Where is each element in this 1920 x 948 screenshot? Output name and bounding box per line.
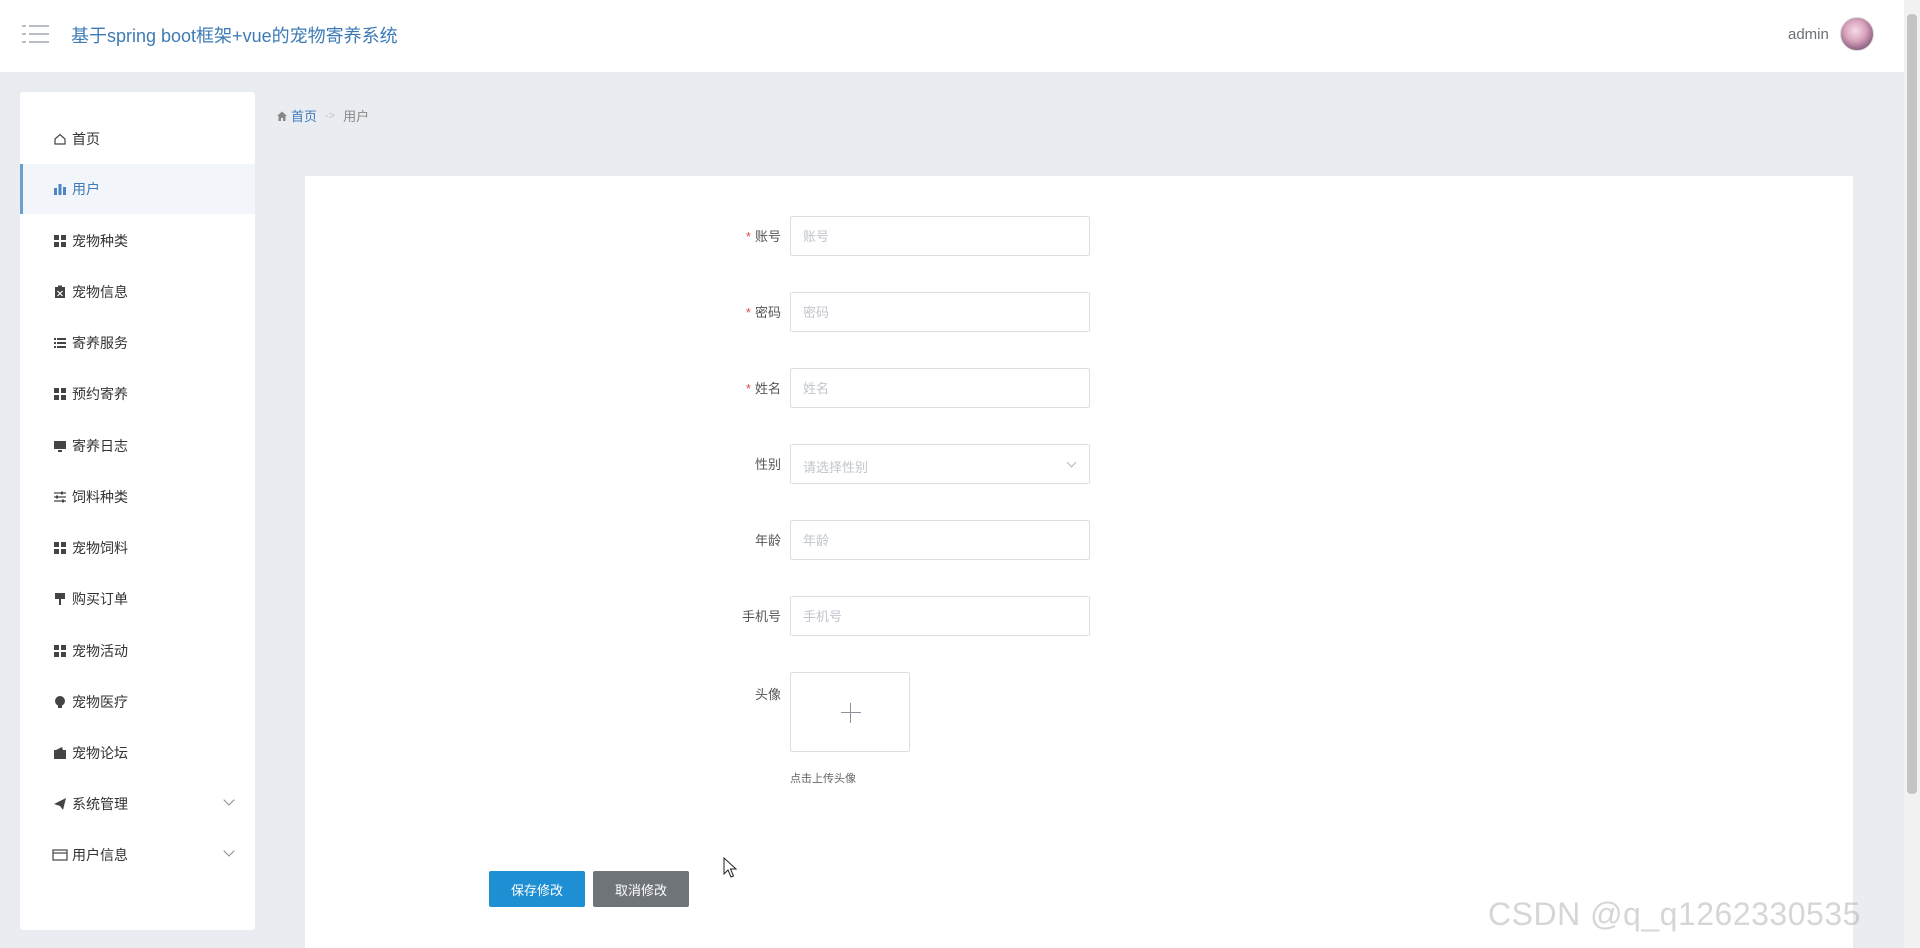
sidebar-item-medical[interactable]: 宠物医疗 [20, 677, 255, 727]
user-avatar[interactable] [1840, 17, 1874, 51]
sidebar-item-boarding-log[interactable]: 寄养日志 [20, 421, 255, 471]
home-icon [52, 131, 68, 147]
account-label: * 账号 [745, 229, 781, 244]
account-input[interactable] [790, 216, 1090, 256]
password-label: * 密码 [745, 305, 781, 320]
gender-select[interactable]: 请选择性别 [790, 444, 1090, 484]
grid-icon [52, 233, 68, 249]
grid-icon [52, 540, 68, 556]
sidebar-item-feed-category[interactable]: 饲料种类 [20, 472, 255, 522]
user-name[interactable]: admin [1788, 26, 1829, 43]
list-icon [52, 335, 68, 351]
sidebar-item-label: 寄养服务 [72, 335, 128, 351]
sidebar-item-label: 寄养日志 [72, 438, 128, 454]
avatar-upload-hint: 点击上传头像 [790, 773, 856, 785]
breadcrumb-current: 用户 [343, 109, 370, 124]
sidebar-item-label: 预约寄养 [72, 386, 128, 402]
user-form-card: *账号 *密码 *姓名 性别 请选择性别 年龄 手机号 头像 点击上传头像 [305, 176, 1853, 948]
required-mark: * [745, 305, 751, 320]
required-mark: * [745, 381, 751, 396]
page-scrollbar[interactable] [1904, 0, 1920, 948]
name-input[interactable] [790, 368, 1090, 408]
sidebar-item-pet-feed[interactable]: 宠物饲料 [20, 523, 255, 573]
sidebar-item-label: 购买订单 [72, 591, 128, 607]
sidebar-item-home[interactable]: 首页 [20, 114, 255, 164]
sidebar-item-pet-category[interactable]: 宠物种类 [20, 216, 255, 266]
breadcrumb: 首页 -> 用户 [276, 106, 369, 125]
sidebar-item-label: 首页 [72, 131, 100, 147]
name-label: * 姓名 [745, 381, 781, 396]
chevron-down-icon [223, 845, 235, 857]
age-input[interactable] [790, 520, 1090, 560]
password-input[interactable] [790, 292, 1090, 332]
sidebar-item-boarding-service[interactable]: 寄养服务 [20, 318, 255, 368]
scrollbar-thumb[interactable] [1907, 14, 1917, 794]
sidebar-item-label: 宠物论坛 [72, 745, 128, 761]
sidebar-item-forum[interactable]: 宠物论坛 [20, 728, 255, 778]
monitor-icon [52, 438, 68, 454]
avatar-label: 头像 [754, 687, 781, 702]
breadcrumb-separator: -> [325, 109, 336, 122]
required-mark: * [745, 229, 751, 244]
sidebar-item-label: 宠物种类 [72, 233, 128, 249]
mouse-cursor-icon [723, 857, 738, 878]
sidebar-item-label: 宠物活动 [72, 643, 128, 659]
home-icon [277, 111, 287, 121]
sidebar-item-user-info[interactable]: 用户信息 [20, 830, 255, 880]
sidebar-item-pet-info[interactable]: 宠物信息 [20, 267, 255, 317]
save-button[interactable]: 保存修改 [489, 871, 585, 907]
avatar-upload[interactable] [790, 672, 910, 752]
app-title: 基于spring boot框架+vue的宠物寄养系统 [71, 26, 398, 46]
sidebar: 首页 用户 宠物种类 宠物信息 寄养服务 预约寄养 寄养日志 饲料种类 宠物饲料… [20, 92, 255, 930]
chevron-down-icon [1066, 457, 1077, 468]
plus-icon [841, 712, 861, 713]
sidebar-item-users[interactable]: 用户 [20, 164, 255, 214]
bar-chart-icon [52, 181, 68, 197]
sidebar-item-orders[interactable]: 购买订单 [20, 574, 255, 624]
menu-toggle-icon[interactable] [22, 22, 50, 46]
sidebar-item-booking[interactable]: 预约寄养 [20, 369, 255, 419]
gender-label: 性别 [754, 457, 781, 472]
sidebar-item-label: 饲料种类 [72, 489, 128, 505]
age-label: 年龄 [754, 533, 781, 548]
grid-icon [52, 386, 68, 402]
top-header: 基于spring boot框架+vue的宠物寄养系统 admin [0, 0, 1904, 72]
clipboard-icon [52, 284, 68, 300]
sidebar-item-label: 用户 [72, 181, 100, 197]
brush-icon [52, 591, 68, 607]
cancel-button[interactable]: 取消修改 [593, 871, 689, 907]
sidebar-item-label: 系统管理 [72, 796, 128, 812]
sidebar-item-label: 宠物饲料 [72, 540, 128, 556]
card-icon [52, 847, 68, 863]
phone-input[interactable] [790, 596, 1090, 636]
phone-label: 手机号 [741, 609, 781, 624]
chevron-down-icon [223, 794, 235, 806]
wallet-icon [52, 745, 68, 761]
breadcrumb-home-link[interactable]: 首页 [291, 106, 317, 125]
sidebar-item-system-management[interactable]: 系统管理 [20, 779, 255, 829]
sidebar-item-label: 用户信息 [72, 847, 128, 863]
gender-select-placeholder: 请选择性别 [803, 460, 869, 475]
send-icon [52, 796, 68, 812]
grid-icon [52, 643, 68, 659]
watermark: CSDN @q_q1262330535 [1488, 896, 1861, 932]
sidebar-item-activities[interactable]: 宠物活动 [20, 626, 255, 676]
sidebar-item-label: 宠物医疗 [72, 694, 128, 710]
lightbulb-icon [52, 694, 68, 710]
sliders-icon [52, 489, 68, 505]
sidebar-item-label: 宠物信息 [72, 284, 128, 300]
